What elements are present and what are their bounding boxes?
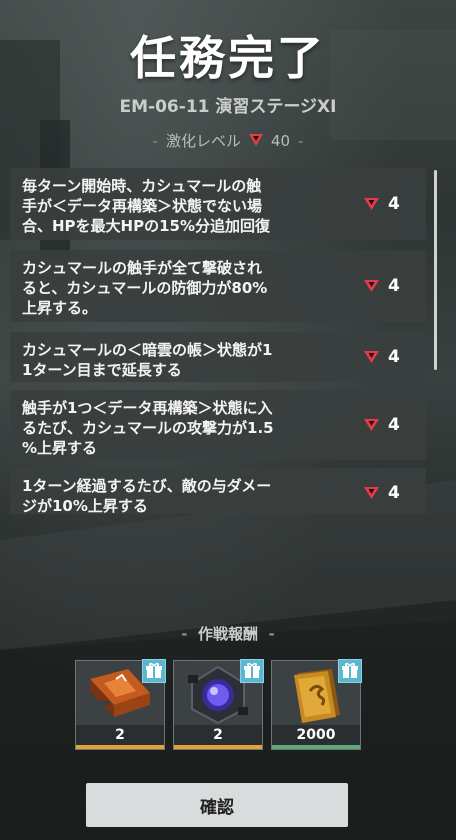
gift-icon [142, 659, 166, 683]
difficulty-label: 激化レベル [165, 132, 241, 150]
red-down-triangle-icon [364, 418, 379, 431]
reward-item-credits[interactable]: 2000 [271, 659, 362, 750]
modifier-text: カシュマールの＜暗雲の帳＞状態が1 1ターン目まで延長する [22, 341, 273, 379]
reward-count: 2 [76, 725, 164, 745]
red-down-triangle-icon [364, 197, 379, 210]
stage-name: EM-06-11 演習ステージXI [119, 97, 337, 117]
modifier-item: カシュマールの触手が全て撃破され ると、カシュマールの防御力が80% 上昇する。… [10, 250, 426, 322]
red-down-triangle-icon [364, 279, 379, 292]
red-down-triangle-icon [364, 350, 379, 363]
rarity-bar [76, 745, 164, 749]
modifier-item: 毎ターン開始時、カシュマールの触 手が＜データ再構築＞状態でない場 合、HPを最… [10, 168, 426, 240]
modifier-level-value: 4 [388, 194, 400, 214]
modifier-text: 1ターン経過するたび、敵の与ダメー ジが10%上昇する [22, 477, 272, 514]
divider-dash: - [298, 131, 304, 150]
modifier-item: 触手が1つ＜データ再構築＞状態に入 るたび、カシュマールの攻撃力が1.5 %上昇… [10, 390, 426, 460]
gift-icon [338, 659, 362, 683]
modifier-item: カシュマールの＜暗雲の帳＞状態が1 1ターン目まで延長する 4 [10, 332, 426, 382]
reward-count: 2 [174, 725, 262, 745]
modifier-list[interactable]: 毎ターン開始時、カシュマールの触 手が＜データ再構築＞状態でない場 合、HPを最… [10, 168, 428, 514]
modifier-scrollbar[interactable] [434, 170, 437, 370]
modifier-level: 4 [364, 347, 426, 367]
reward-item-data-chip[interactable]: 2 [75, 659, 166, 750]
rarity-bar [174, 745, 262, 749]
modifier-text: 触手が1つ＜データ再構築＞状態に入 るたび、カシュマールの攻撃力が1.5 %上昇… [22, 399, 274, 457]
modifier-text: カシュマールの触手が全て撃破され ると、カシュマールの防御力が80% 上昇する。 [22, 259, 268, 317]
rewards-title: 作戦報酬 [197, 625, 258, 643]
red-down-triangle-icon [248, 134, 263, 146]
reward-count: 2000 [272, 725, 360, 745]
rarity-bar [272, 745, 360, 749]
modifier-level: 4 [364, 483, 426, 503]
divider-dash: - [152, 131, 158, 150]
confirm-button[interactable]: 確認 [86, 783, 348, 827]
modifier-level: 4 [364, 415, 426, 435]
rewards-heading: - 作戦報酬 - [181, 625, 275, 643]
modifier-level-value: 4 [388, 347, 400, 367]
modifier-level-value: 4 [388, 276, 400, 296]
difficulty-level-row: - 激化レベル 40 - [0, 130, 456, 151]
modifier-level-value: 4 [388, 483, 400, 503]
reward-item-core-crystal[interactable]: 2 [173, 659, 264, 750]
modifier-level-value: 4 [388, 415, 400, 435]
modifier-text: 毎ターン開始時、カシュマールの触 手が＜データ再構築＞状態でない場 合、HPを最… [22, 177, 270, 235]
modifier-item: 1ターン経過するたび、敵の与ダメー ジが10%上昇する 4 [10, 468, 426, 514]
red-down-triangle-icon [364, 486, 379, 499]
gift-icon [240, 659, 264, 683]
difficulty-value: 40 [270, 131, 291, 150]
modifier-level: 4 [364, 194, 426, 214]
mission-complete-title: 任務完了 [130, 31, 326, 85]
modifier-level: 4 [364, 276, 426, 296]
